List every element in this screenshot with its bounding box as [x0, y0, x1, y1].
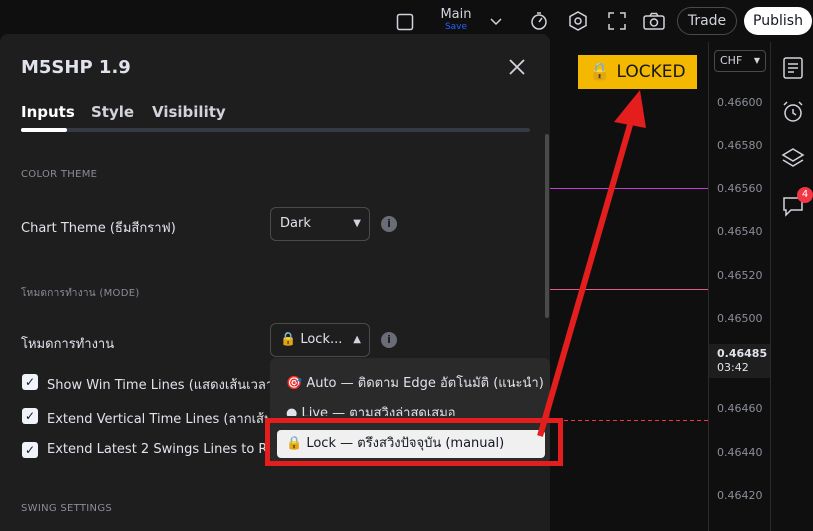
- camera-icon[interactable]: [642, 10, 666, 32]
- checkbox-label: Show Win Time Lines (แสดงเส้นเวลา: [47, 378, 274, 393]
- chevron-up-icon: ▲: [353, 334, 361, 345]
- alarm-clock-icon[interactable]: [781, 100, 805, 124]
- mode-select[interactable]: 🔒 Lock... ▲: [270, 323, 370, 357]
- price-label: 0.46540: [717, 225, 763, 238]
- mode-label: โหมดการทำงาน: [21, 337, 115, 352]
- checkbox-extend-vertical-lines[interactable]: ✓: [22, 408, 38, 424]
- active-tab-indicator: [21, 128, 67, 132]
- checkbox-label: Extend Latest 2 Swings Lines to Rig: [47, 442, 280, 457]
- chevron-down-icon: ▼: [353, 218, 361, 229]
- current-price-label: 0.46485 03:42: [709, 344, 771, 378]
- publish-button[interactable]: Publish: [744, 7, 812, 35]
- locked-label: LOCKED: [616, 62, 686, 82]
- magenta-level-line: [550, 188, 708, 189]
- checkbox-label: Extend Vertical Time Lines (ลากเส้น: [47, 412, 273, 427]
- price-label: 0.46440: [717, 446, 763, 459]
- layers-icon[interactable]: [781, 146, 805, 170]
- checkbox-extend-swing-lines[interactable]: ✓: [22, 442, 38, 458]
- price-label: 0.46500: [717, 312, 763, 325]
- option-auto[interactable]: 🎯 Auto — ติดตาม Edge อัตโนมัติ (แนะนำ): [286, 372, 544, 393]
- price-label: 0.46520: [717, 269, 763, 282]
- dialog-title: M5SHP 1.9: [21, 57, 131, 78]
- price-label: 0.46560: [717, 182, 763, 195]
- info-icon[interactable]: i: [381, 332, 397, 348]
- lock-icon: 🔒: [589, 62, 611, 82]
- chart-theme-label: Chart Theme (ธีมสีกราฟ): [21, 221, 176, 236]
- pink-level-line: [550, 289, 708, 290]
- timer-icon[interactable]: [528, 10, 550, 32]
- price-axis[interactable]: CHF ▼ 0.46600 0.46580 0.46560 0.46540 0.…: [708, 42, 771, 531]
- scrollbar[interactable]: [545, 134, 549, 318]
- current-price: 0.46485: [717, 347, 768, 360]
- annotation-highlight-box: [265, 418, 563, 466]
- tab-style[interactable]: Style: [91, 103, 134, 121]
- layout-name: Main: [440, 7, 472, 22]
- tab-track: [21, 128, 530, 132]
- option-label: Auto — ติดตาม Edge อัตโนมัติ (แนะนำ): [306, 376, 544, 391]
- save-label: Save: [444, 22, 468, 32]
- chevron-down-icon[interactable]: [487, 12, 505, 30]
- info-icon[interactable]: i: [381, 216, 397, 232]
- dot-icon: ●: [286, 406, 298, 416]
- fullscreen-icon[interactable]: [606, 10, 628, 32]
- right-sidebar: 4: [770, 42, 813, 531]
- current-price-dashed-line: [550, 420, 708, 421]
- chart-theme-select[interactable]: Dark ▼: [270, 207, 370, 241]
- layout-save-button[interactable]: Main Save: [438, 8, 474, 32]
- countdown: 03:42: [717, 361, 749, 374]
- section-swing-settings: SWING SETTINGS: [21, 503, 113, 514]
- notification-badge: 4: [797, 187, 813, 203]
- locked-badge: 🔒 LOCKED: [578, 55, 697, 89]
- price-label: 0.46460: [717, 402, 763, 415]
- chart-theme-value: Dark: [280, 216, 311, 231]
- tab-inputs[interactable]: Inputs: [21, 103, 75, 121]
- currency-label: CHF: [720, 54, 743, 67]
- option-label: Live — ตามสวิงล่าสุดเสมอ: [301, 406, 456, 416]
- chart-area[interactable]: [550, 42, 708, 531]
- trade-button[interactable]: Trade: [677, 7, 737, 35]
- price-label: 0.46600: [717, 96, 763, 109]
- mode-value: Lock...: [300, 332, 343, 347]
- tab-visibility[interactable]: Visibility: [152, 103, 226, 121]
- settings-icon[interactable]: [567, 10, 589, 32]
- chevron-down-icon: ▼: [753, 56, 760, 65]
- currency-select[interactable]: CHF ▼: [714, 50, 766, 72]
- option-live[interactable]: ● Live — ตามสวิงล่าสุดเสมอ: [286, 402, 456, 416]
- price-label: 0.46420: [717, 489, 763, 502]
- section-color-theme: COLOR THEME: [21, 169, 98, 180]
- checkbox-show-win-time-lines[interactable]: ✓: [22, 374, 38, 390]
- watchlist-icon[interactable]: [781, 56, 805, 80]
- lock-icon: 🔒: [280, 332, 297, 347]
- square-icon[interactable]: [395, 12, 415, 32]
- close-icon[interactable]: [506, 56, 528, 78]
- price-label: 0.46580: [717, 139, 763, 152]
- target-icon: 🎯: [286, 376, 303, 391]
- section-mode: โหมดการทำงาน (MODE): [21, 288, 140, 299]
